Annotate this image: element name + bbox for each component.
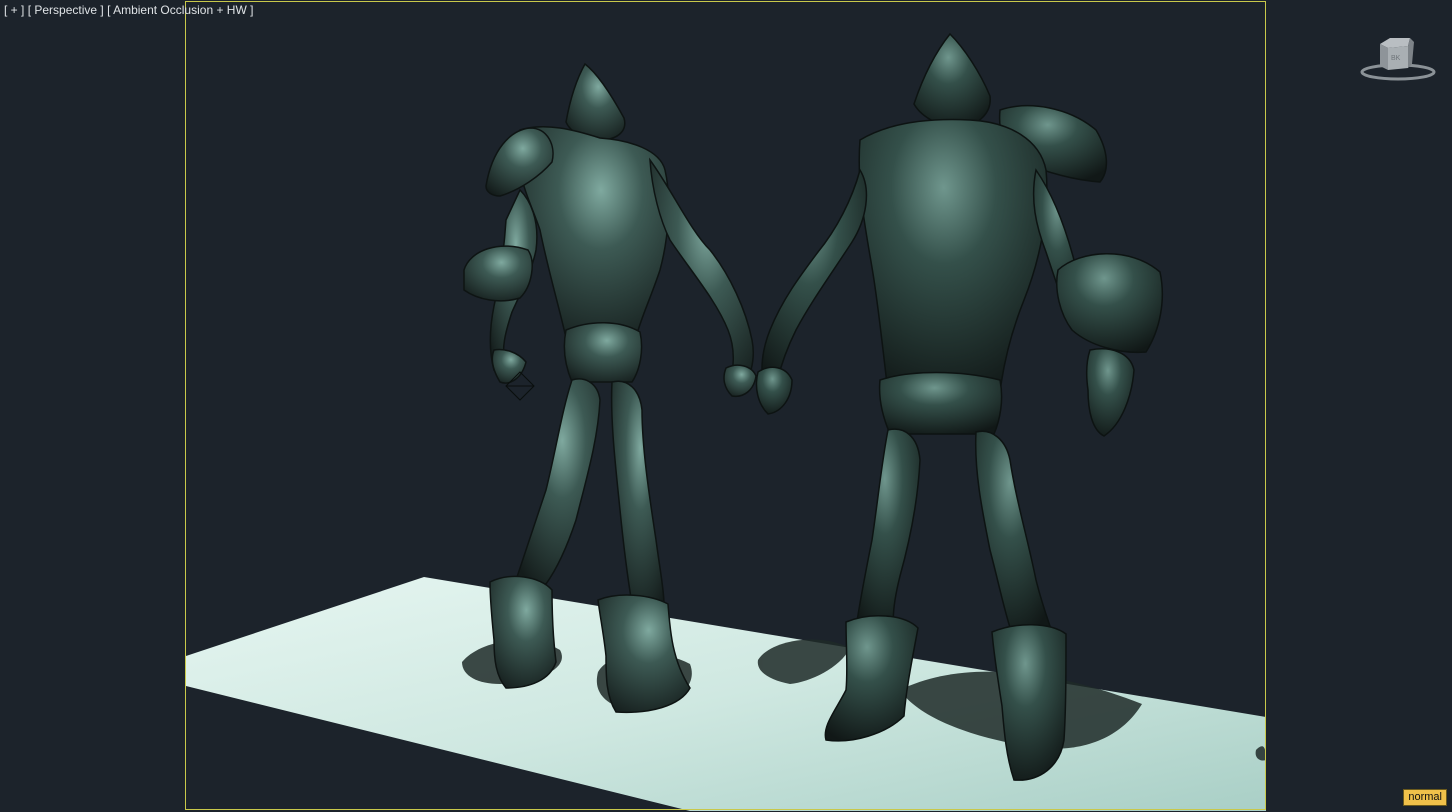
svg-text:BK: BK bbox=[1391, 55, 1401, 62]
perspective-viewport[interactable]: [ + ] [ Perspective ] [ Ambient Occlusio… bbox=[0, 0, 1452, 812]
viewport-label-menu: [ + ] [ Perspective ] [ Ambient Occlusio… bbox=[4, 3, 253, 17]
viewport-plus-menu[interactable]: [ + ] bbox=[4, 3, 24, 17]
scene-render[interactable] bbox=[0, 0, 1452, 812]
mode-badge: normal bbox=[1403, 789, 1447, 806]
viewcube-icon[interactable]: BK bbox=[1360, 34, 1438, 82]
viewport-shading-menu[interactable]: [ Ambient Occlusion + HW ] bbox=[107, 3, 253, 17]
viewport-view-menu[interactable]: [ Perspective ] bbox=[28, 3, 104, 17]
